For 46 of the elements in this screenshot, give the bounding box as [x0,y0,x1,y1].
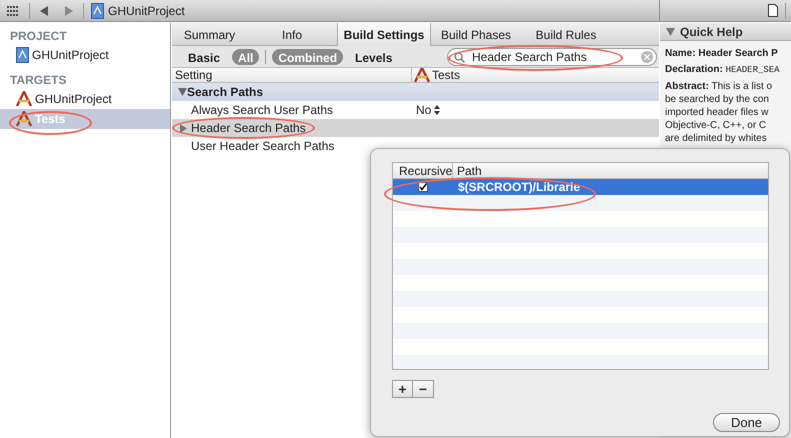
column-header[interactable]: Tests [412,68,659,82]
filter-button[interactable]: Levels [349,48,398,64]
disclosure-triangle-icon[interactable] [666,28,675,36]
tab[interactable]: Summary [172,23,247,46]
section-header: PROJECT [9,28,68,45]
breadcrumb-item[interactable]: GHUnitProject [108,2,185,20]
quick-help-header[interactable]: Quick Help [660,23,791,41]
help-text: are delimited by whites [665,132,768,145]
disclosure-triangle-icon[interactable] [178,88,187,96]
setting-value[interactable]: No [416,101,432,119]
search-icon [454,52,466,62]
tab[interactable]: Build Phases [431,23,521,46]
target-app-icon [414,67,430,83]
filter-button[interactable]: Basic [182,48,226,64]
target-app-icon [16,111,32,127]
tab[interactable]: Build Settings [337,23,431,46]
column-header[interactable]: Path [453,163,482,178]
group-row[interactable]: Search Paths [172,83,659,101]
disclosure-triangle-icon[interactable] [180,124,187,132]
project-file-icon [91,2,104,18]
column-header[interactable]: Setting [172,68,412,82]
setting-row[interactable]: Header Search Paths [172,119,659,137]
search-field[interactable]: Header Search Paths [447,48,657,66]
add-button[interactable]: + [392,380,413,398]
sidebar-item[interactable]: GHUnitProject [0,45,170,65]
sidebar-item[interactable]: GHUnitProject [0,89,170,109]
tab[interactable]: Build Rules [521,23,611,46]
path-row[interactable]: $(SRCROOT)/Librarie [393,179,768,195]
column-header[interactable]: Recursive [393,163,453,178]
tab[interactable]: Info [247,23,337,46]
help-text: be searched by the con [665,93,770,106]
target-app-icon [16,91,32,107]
help-text: Name: Header Search P [665,47,779,60]
grid-icon[interactable] [7,6,19,16]
checkbox[interactable] [418,182,428,192]
help-text: Abstract: This is a list o [665,80,774,93]
help-text: Objective-C, C++, or C [665,119,768,132]
remove-button[interactable]: − [413,380,434,398]
project-file-icon [16,47,29,63]
done-button[interactable]: Done [713,413,780,432]
back-arrow-icon[interactable] [40,6,48,16]
stepper-icon[interactable] [434,105,440,115]
help-text: imported header files w [665,106,770,119]
help-text: Declaration: HEADER_SEA [665,63,781,77]
document-icon[interactable] [768,4,778,17]
section-header: TARGETS [9,72,68,89]
